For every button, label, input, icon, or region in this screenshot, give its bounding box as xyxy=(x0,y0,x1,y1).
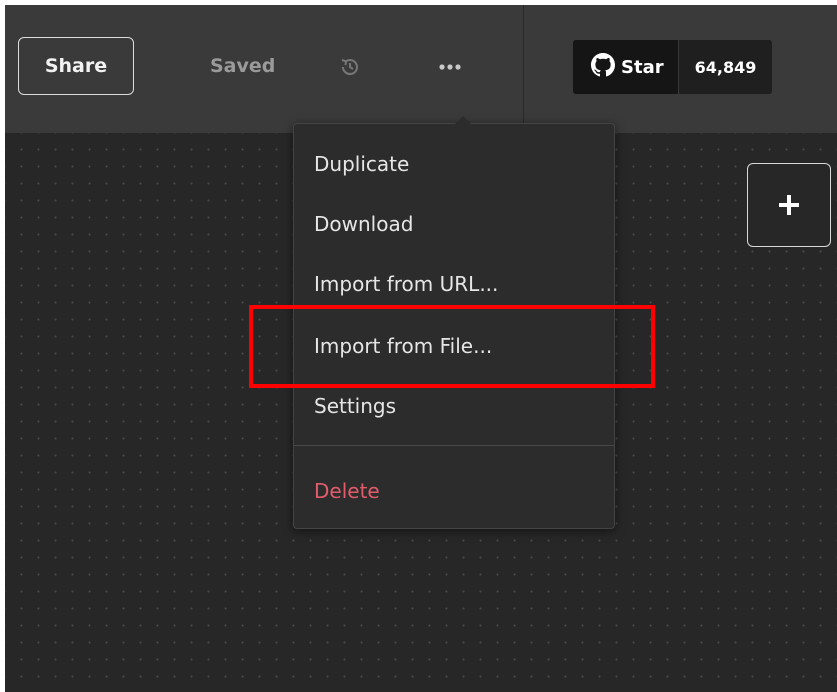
history-icon[interactable] xyxy=(338,55,362,83)
github-star-button[interactable]: Star xyxy=(573,40,678,94)
add-button[interactable] xyxy=(747,163,831,247)
github-star-widget: Star 64,849 xyxy=(573,40,773,94)
menu-item-import-file[interactable]: Import from File... xyxy=(314,334,492,358)
toolbar-divider xyxy=(523,5,524,133)
menu-item-duplicate[interactable]: Duplicate xyxy=(314,152,409,176)
github-icon xyxy=(591,52,615,82)
menu-divider xyxy=(294,445,614,446)
github-star-label: Star xyxy=(621,56,664,78)
share-button[interactable]: Share xyxy=(18,37,134,95)
github-star-count[interactable]: 64,849 xyxy=(677,40,773,94)
toolbar: Share Saved Star 64,849 xyxy=(5,5,837,133)
app-frame: Share Saved Star 64,849 Duplicate Downlo… xyxy=(5,5,837,692)
more-options-menu: Duplicate Download Import from URL... Im… xyxy=(293,116,615,529)
menu-item-download[interactable]: Download xyxy=(314,212,413,236)
more-dots-icon xyxy=(439,64,461,70)
menu-item-import-url[interactable]: Import from URL... xyxy=(314,272,498,296)
menu-caret xyxy=(455,116,471,124)
menu-item-settings[interactable]: Settings xyxy=(314,394,396,418)
more-options-button[interactable] xyxy=(430,53,470,81)
plus-icon xyxy=(779,195,799,215)
menu-item-delete[interactable]: Delete xyxy=(314,479,380,503)
save-status: Saved xyxy=(210,55,276,77)
